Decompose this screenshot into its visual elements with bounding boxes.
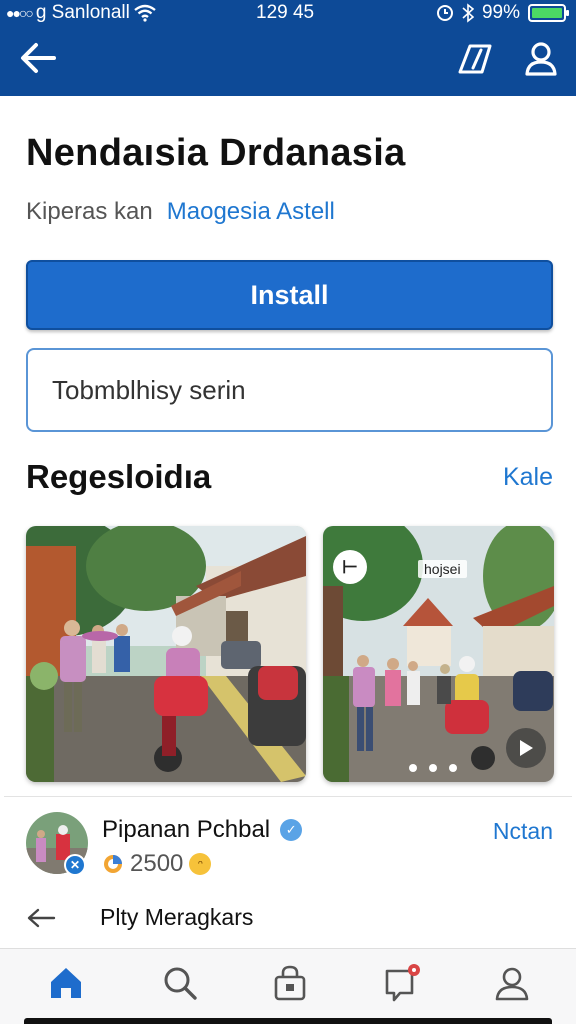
status-right: 99% (436, 2, 569, 24)
left-arrow-icon[interactable] (26, 907, 56, 929)
see-more-link[interactable]: Kale (503, 463, 553, 492)
emoji-face-icon: ᵔ (189, 853, 212, 875)
chat-icon[interactable] (382, 963, 422, 1003)
store-bag-icon[interactable] (270, 963, 310, 1003)
alarm-icon (436, 5, 453, 21)
battery-icon (528, 4, 569, 22)
user-stats: 2500 ᵔ (102, 850, 212, 878)
edit-icon[interactable] (456, 38, 494, 78)
screenshot-card[interactable] (26, 526, 306, 782)
user-name: Pipanan Pchbal (102, 816, 271, 843)
account-icon[interactable] (492, 963, 532, 1003)
play-icon[interactable] (506, 728, 546, 768)
carrier-name: g Sanlonall (35, 2, 130, 23)
search-icon[interactable] (160, 963, 200, 1003)
app-detail-content: Nendaısia Drdanasia Kiperas kan Maogesia… (4, 96, 572, 948)
street-scene-image (26, 526, 306, 782)
review-user-row[interactable]: ✕ Pipanan Pchbal ✓ 2500 ᵔ Nctan (26, 812, 553, 882)
bottom-nav (0, 948, 576, 1024)
developer-line: Kiperas kan Maogesia Astell (26, 198, 335, 226)
verified-check-icon: ✓ (280, 819, 303, 841)
sub-row-label: Plty Meragkars (100, 904, 254, 930)
signal-dots-icon: ●●○○ (6, 5, 34, 21)
carrier-info: ●●○○ g Sanlonall (6, 2, 156, 24)
user-count: 2500 (130, 850, 184, 877)
developer-prefix: Kiperas kan (26, 198, 153, 225)
sub-row[interactable]: Plty Meragkars (26, 904, 253, 931)
search-input[interactable]: Tobmblhisy serin (26, 348, 553, 432)
battery-percent: 99% (481, 2, 520, 23)
back-arrow-icon[interactable] (18, 40, 58, 76)
home-icon[interactable] (46, 963, 86, 1003)
bluetooth-icon (462, 3, 474, 23)
verified-badge-icon: ✕ (64, 854, 86, 876)
profile-icon[interactable] (522, 38, 560, 78)
expand-icon[interactable]: ⊢ (333, 550, 367, 584)
battery-fill (532, 8, 562, 18)
home-indicator (24, 1018, 552, 1024)
card-tag: hojsei (418, 560, 467, 578)
divider (4, 796, 572, 797)
section-title: Regesloidıa (26, 458, 212, 495)
screenshots-header: Regesloidıa Kale (26, 458, 553, 496)
wifi-icon (134, 4, 156, 22)
status-time: 129 45 (256, 2, 315, 23)
status-bar: ●●○○ g Sanlonall 129 45 99% (0, 0, 576, 26)
app-title: Nendaısia Drdanasia (26, 132, 406, 174)
user-name-line: Pipanan Pchbal ✓ (102, 816, 303, 844)
screenshot-card[interactable]: ⊢ hojsei (323, 526, 554, 782)
user-action-link[interactable]: Nctan (493, 818, 553, 845)
carousel-dots (409, 764, 457, 772)
app-bar (0, 26, 576, 96)
coin-icon (104, 855, 122, 873)
install-button[interactable]: Install (26, 260, 553, 330)
developer-link[interactable]: Maogesia Astell (167, 198, 335, 226)
